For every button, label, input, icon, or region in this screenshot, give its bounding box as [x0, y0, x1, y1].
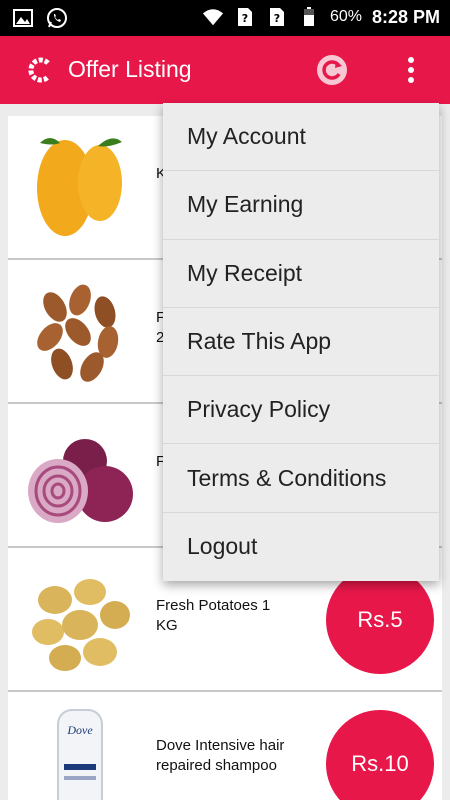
menu-item-my-receipt[interactable]: My Receipt	[163, 240, 439, 308]
svg-text:?: ?	[242, 12, 248, 25]
menu-item-my-account[interactable]: My Account	[163, 103, 439, 172]
page-title: Offer Listing	[68, 56, 192, 82]
menu-item-rate-app[interactable]: Rate This App	[163, 308, 439, 377]
app-bar: Offer Listing	[0, 36, 450, 104]
mango-image	[20, 128, 140, 248]
overflow-menu: My Account My Earning My Receipt Rate Th…	[163, 103, 439, 581]
battery-icon	[298, 6, 320, 28]
offer-name: Fresh Potatoes 1 KG	[156, 597, 271, 634]
price-badge[interactable]: Rs.5	[326, 566, 434, 674]
sim1-icon: ?	[234, 6, 256, 28]
menu-item-terms-conditions[interactable]: Terms & Conditions	[163, 444, 439, 513]
almonds-image	[20, 272, 140, 392]
svg-text:Dove: Dove	[66, 723, 93, 737]
shampoo-image: Dove	[20, 704, 140, 800]
offer-name: Dove Intensive hair repaired shampoo	[156, 737, 285, 774]
more-vert-icon[interactable]	[396, 52, 426, 88]
price-badge[interactable]: Rs.10	[326, 710, 434, 800]
battery-percent: 60%	[329, 8, 362, 25]
potatoes-image	[20, 560, 140, 680]
svg-text:?: ?	[274, 12, 280, 25]
refresh-icon[interactable]	[314, 52, 350, 88]
menu-item-my-earning[interactable]: My Earning	[163, 171, 439, 240]
onions-image	[20, 416, 140, 536]
clock-time: 8:28 PM	[371, 6, 440, 27]
image-icon	[12, 7, 34, 29]
menu-item-logout[interactable]: Logout	[163, 513, 439, 581]
status-bar: ? ? 60% 8:28 PM	[0, 0, 450, 36]
sim2-icon: ?	[266, 6, 288, 28]
menu-item-privacy-policy[interactable]: Privacy Policy	[163, 376, 439, 445]
app-logo-icon	[26, 56, 54, 84]
wifi-icon	[202, 6, 224, 28]
list-item[interactable]: Dove Dove Intensive hair repaired shampo…	[8, 692, 442, 800]
whatsapp-icon	[46, 7, 68, 29]
